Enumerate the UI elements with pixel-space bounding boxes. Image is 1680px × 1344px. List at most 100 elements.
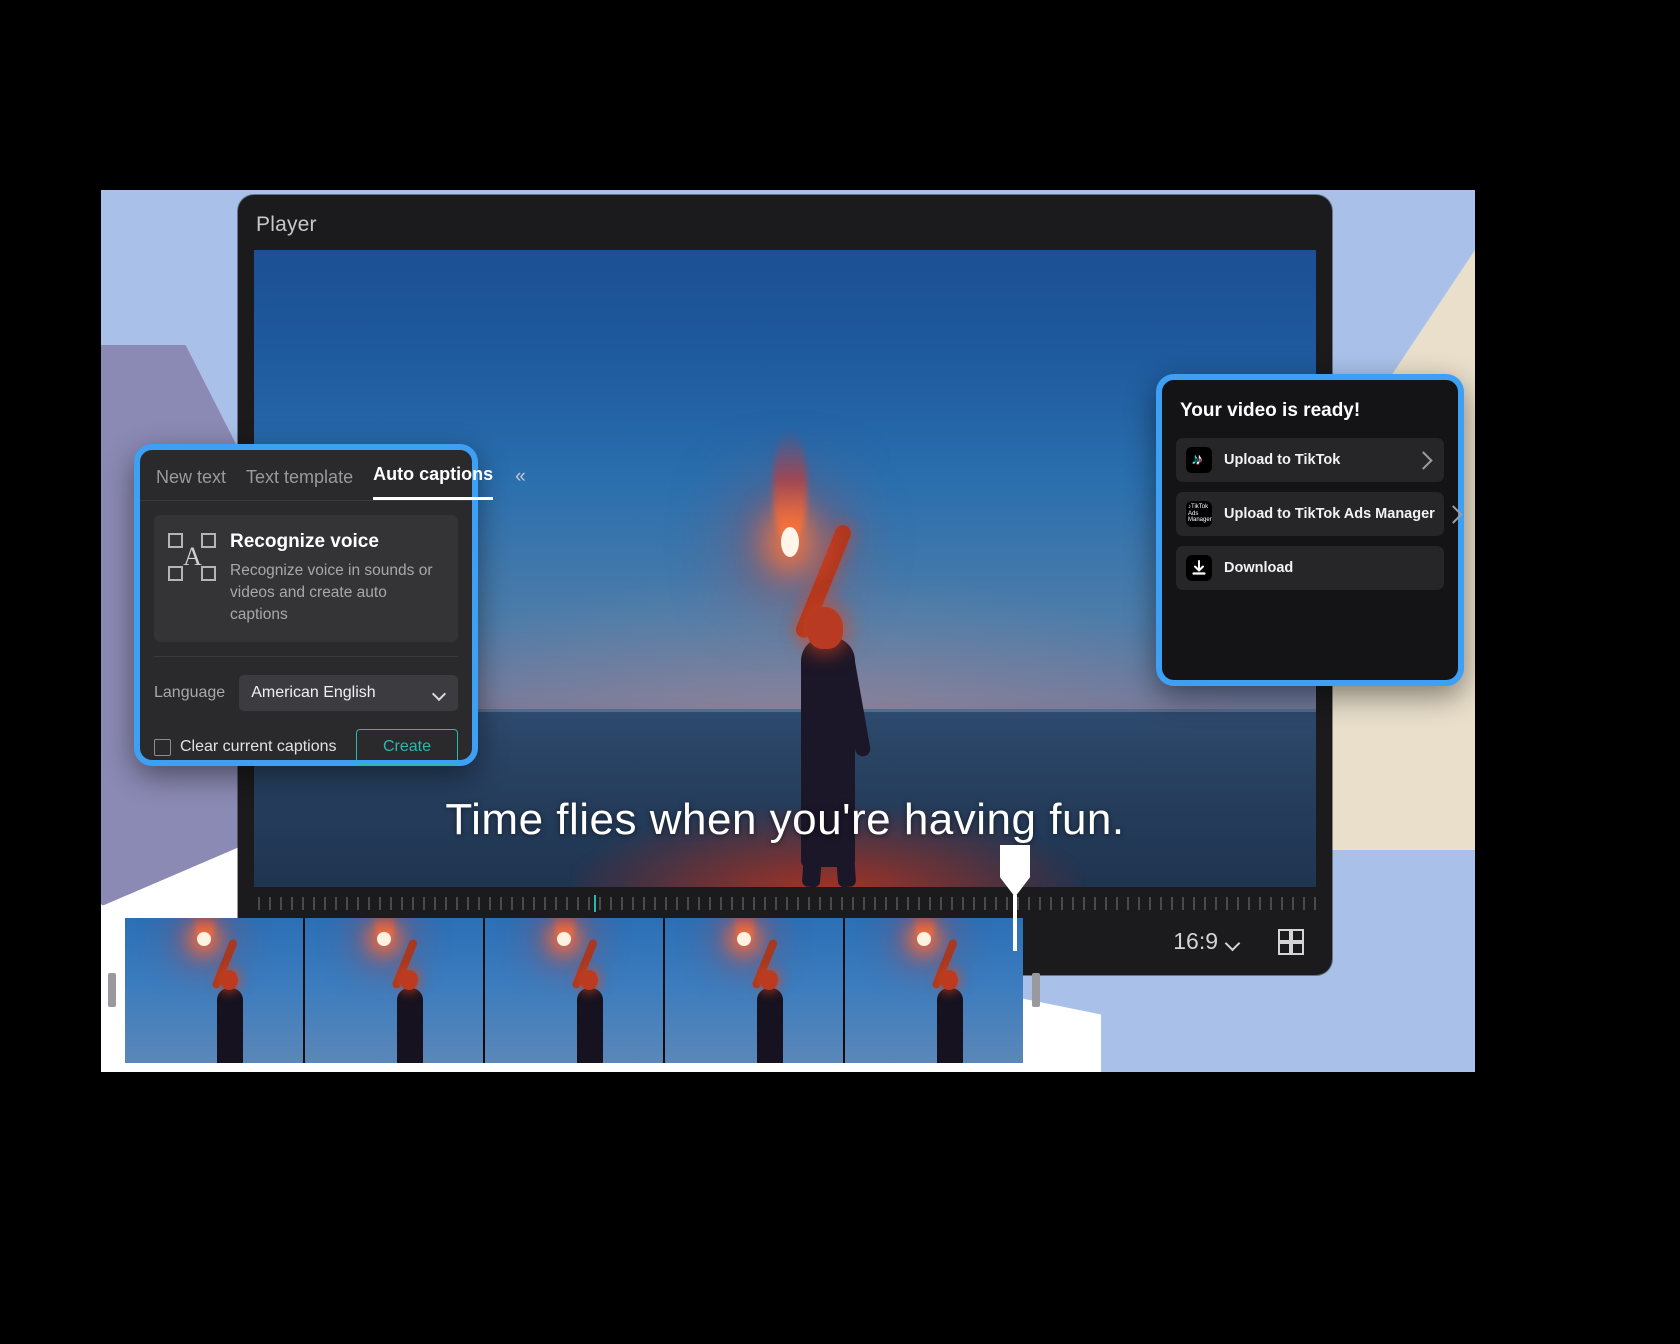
ruler-tick [280,897,282,910]
ruler-tick [1270,897,1272,910]
ruler-tick [1061,897,1063,910]
ruler-tick [1006,897,1008,910]
chevron-right-icon [1444,504,1463,524]
aspect-ratio-button[interactable]: 16:9 [1173,928,1240,955]
ruler-tick [1094,897,1096,910]
ruler-tick [1292,897,1294,910]
ruler-tick [368,897,370,910]
fullscreen-icon[interactable] [1278,928,1304,955]
ruler-tick [1039,897,1041,910]
clear-captions-label: Clear current captions [180,738,337,755]
ruler-tick [918,897,920,910]
clear-current-captions-checkbox[interactable]: Clear current captions [154,738,337,756]
filmstrip-frame[interactable] [485,917,665,1063]
ruler-tick [1160,897,1162,910]
filmstrip-frame[interactable] [845,917,1023,1063]
tab-auto-captions[interactable]: Auto captions [373,464,494,500]
ruler-tick [841,897,843,910]
ruler-tick [1248,897,1250,910]
timeline-filmstrip-track[interactable] [108,910,1048,1070]
ruler-tick [599,897,601,910]
tab-text-template[interactable]: Text template [246,467,353,500]
ruler-tick [808,897,810,910]
ruler-tick [874,897,876,910]
ruler-tick [577,897,579,910]
chevron-down-icon [433,689,446,697]
trim-handle-right[interactable] [1032,973,1040,1007]
ruler-tick [1215,897,1217,910]
recognize-voice-description: Recognize voice in sounds or videos and … [230,562,433,623]
upload-to-tiktok-label: Upload to TikTok [1224,452,1341,468]
filmstrip-frame[interactable] [665,917,845,1063]
ruler-tick [819,897,821,910]
ruler-tick [379,897,381,910]
upload-to-tiktok-row[interactable]: ♪ ♪ ♪ Upload to TikTok [1176,438,1444,482]
collapse-panel-icon[interactable]: « [515,466,526,500]
ruler-tick [863,897,865,910]
player-controls: 16:9 [1173,928,1304,955]
language-row: Language American English [140,657,472,711]
filmstrip-frame[interactable] [125,917,305,1063]
ruler-tick [357,897,359,910]
recognize-voice-text: Recognize voice Recognize voice in sound… [230,531,444,626]
ruler-tick [1259,897,1261,910]
ruler-tick [687,897,689,910]
ruler-tick [742,897,744,910]
ruler-tick [1303,897,1305,910]
ruler-tick [544,897,546,910]
ruler-tick [434,897,436,910]
ruler-tick [1281,897,1283,910]
filmstrip-body [576,988,603,1063]
chevron-down-icon [1226,938,1240,946]
ruler-tick [269,897,271,910]
playhead[interactable] [1000,845,1030,951]
ruler-tick [1171,897,1173,910]
ruler-tick [1237,897,1239,910]
ruler-tick [324,897,326,910]
ruler-tick [984,897,986,910]
ruler-tick [467,897,469,910]
upload-to-tiktok-ads-manager-label: Upload to TikTok Ads Manager [1224,506,1435,522]
filmstrip-body [216,988,243,1063]
ruler-tick [1072,897,1074,910]
tab-new-text[interactable]: New text [156,467,226,500]
language-select[interactable]: American English [239,675,458,711]
ruler-tick [764,897,766,910]
auto-captions-panel: New text Text template Auto captions « A… [134,444,526,766]
ruler-tick [885,897,887,910]
ruler-tick [973,897,975,910]
ruler-tick [1204,897,1206,910]
ruler-tick [445,897,447,910]
filmstrip-head [399,970,418,991]
ruler-tick [731,897,733,910]
ruler-tick [346,897,348,910]
chevron-right-icon [1414,450,1433,470]
ruler-tick [423,897,425,910]
trim-handle-left[interactable] [108,973,116,1007]
filmstrip-head [579,970,598,991]
ruler-tick [1149,897,1151,910]
caption-overlay[interactable]: Time flies when you're having fun. [254,795,1316,845]
download-label: Download [1224,560,1294,576]
download-row[interactable]: Download [1176,546,1444,590]
upload-to-tiktok-ads-manager-row[interactable]: ♪TikTok Ads Manager Upload to TikTok Ads … [1176,492,1463,536]
playhead-line [1013,895,1017,951]
flare-plume [772,429,807,539]
filmstrip[interactable] [125,917,1023,1063]
ruler-tick [1182,897,1184,910]
filmstrip-body [396,988,423,1063]
ruler-tick [665,897,667,910]
ruler-tick [720,897,722,910]
ruler-tick [786,897,788,910]
recognize-voice-card[interactable]: A Recognize voice Recognize voice in sou… [154,515,458,642]
filmstrip-figure [733,917,803,1063]
aspect-ratio-value: 16:9 [1173,928,1218,954]
ruler-tick [643,897,645,910]
filmstrip-frame[interactable] [305,917,485,1063]
ruler-tick [775,897,777,910]
create-button[interactable]: Create [355,729,458,765]
ruler-tick [1226,897,1228,910]
ruler-tick [335,897,337,910]
recognize-voice-icon: A [168,533,216,581]
checkbox-box[interactable] [154,738,171,756]
